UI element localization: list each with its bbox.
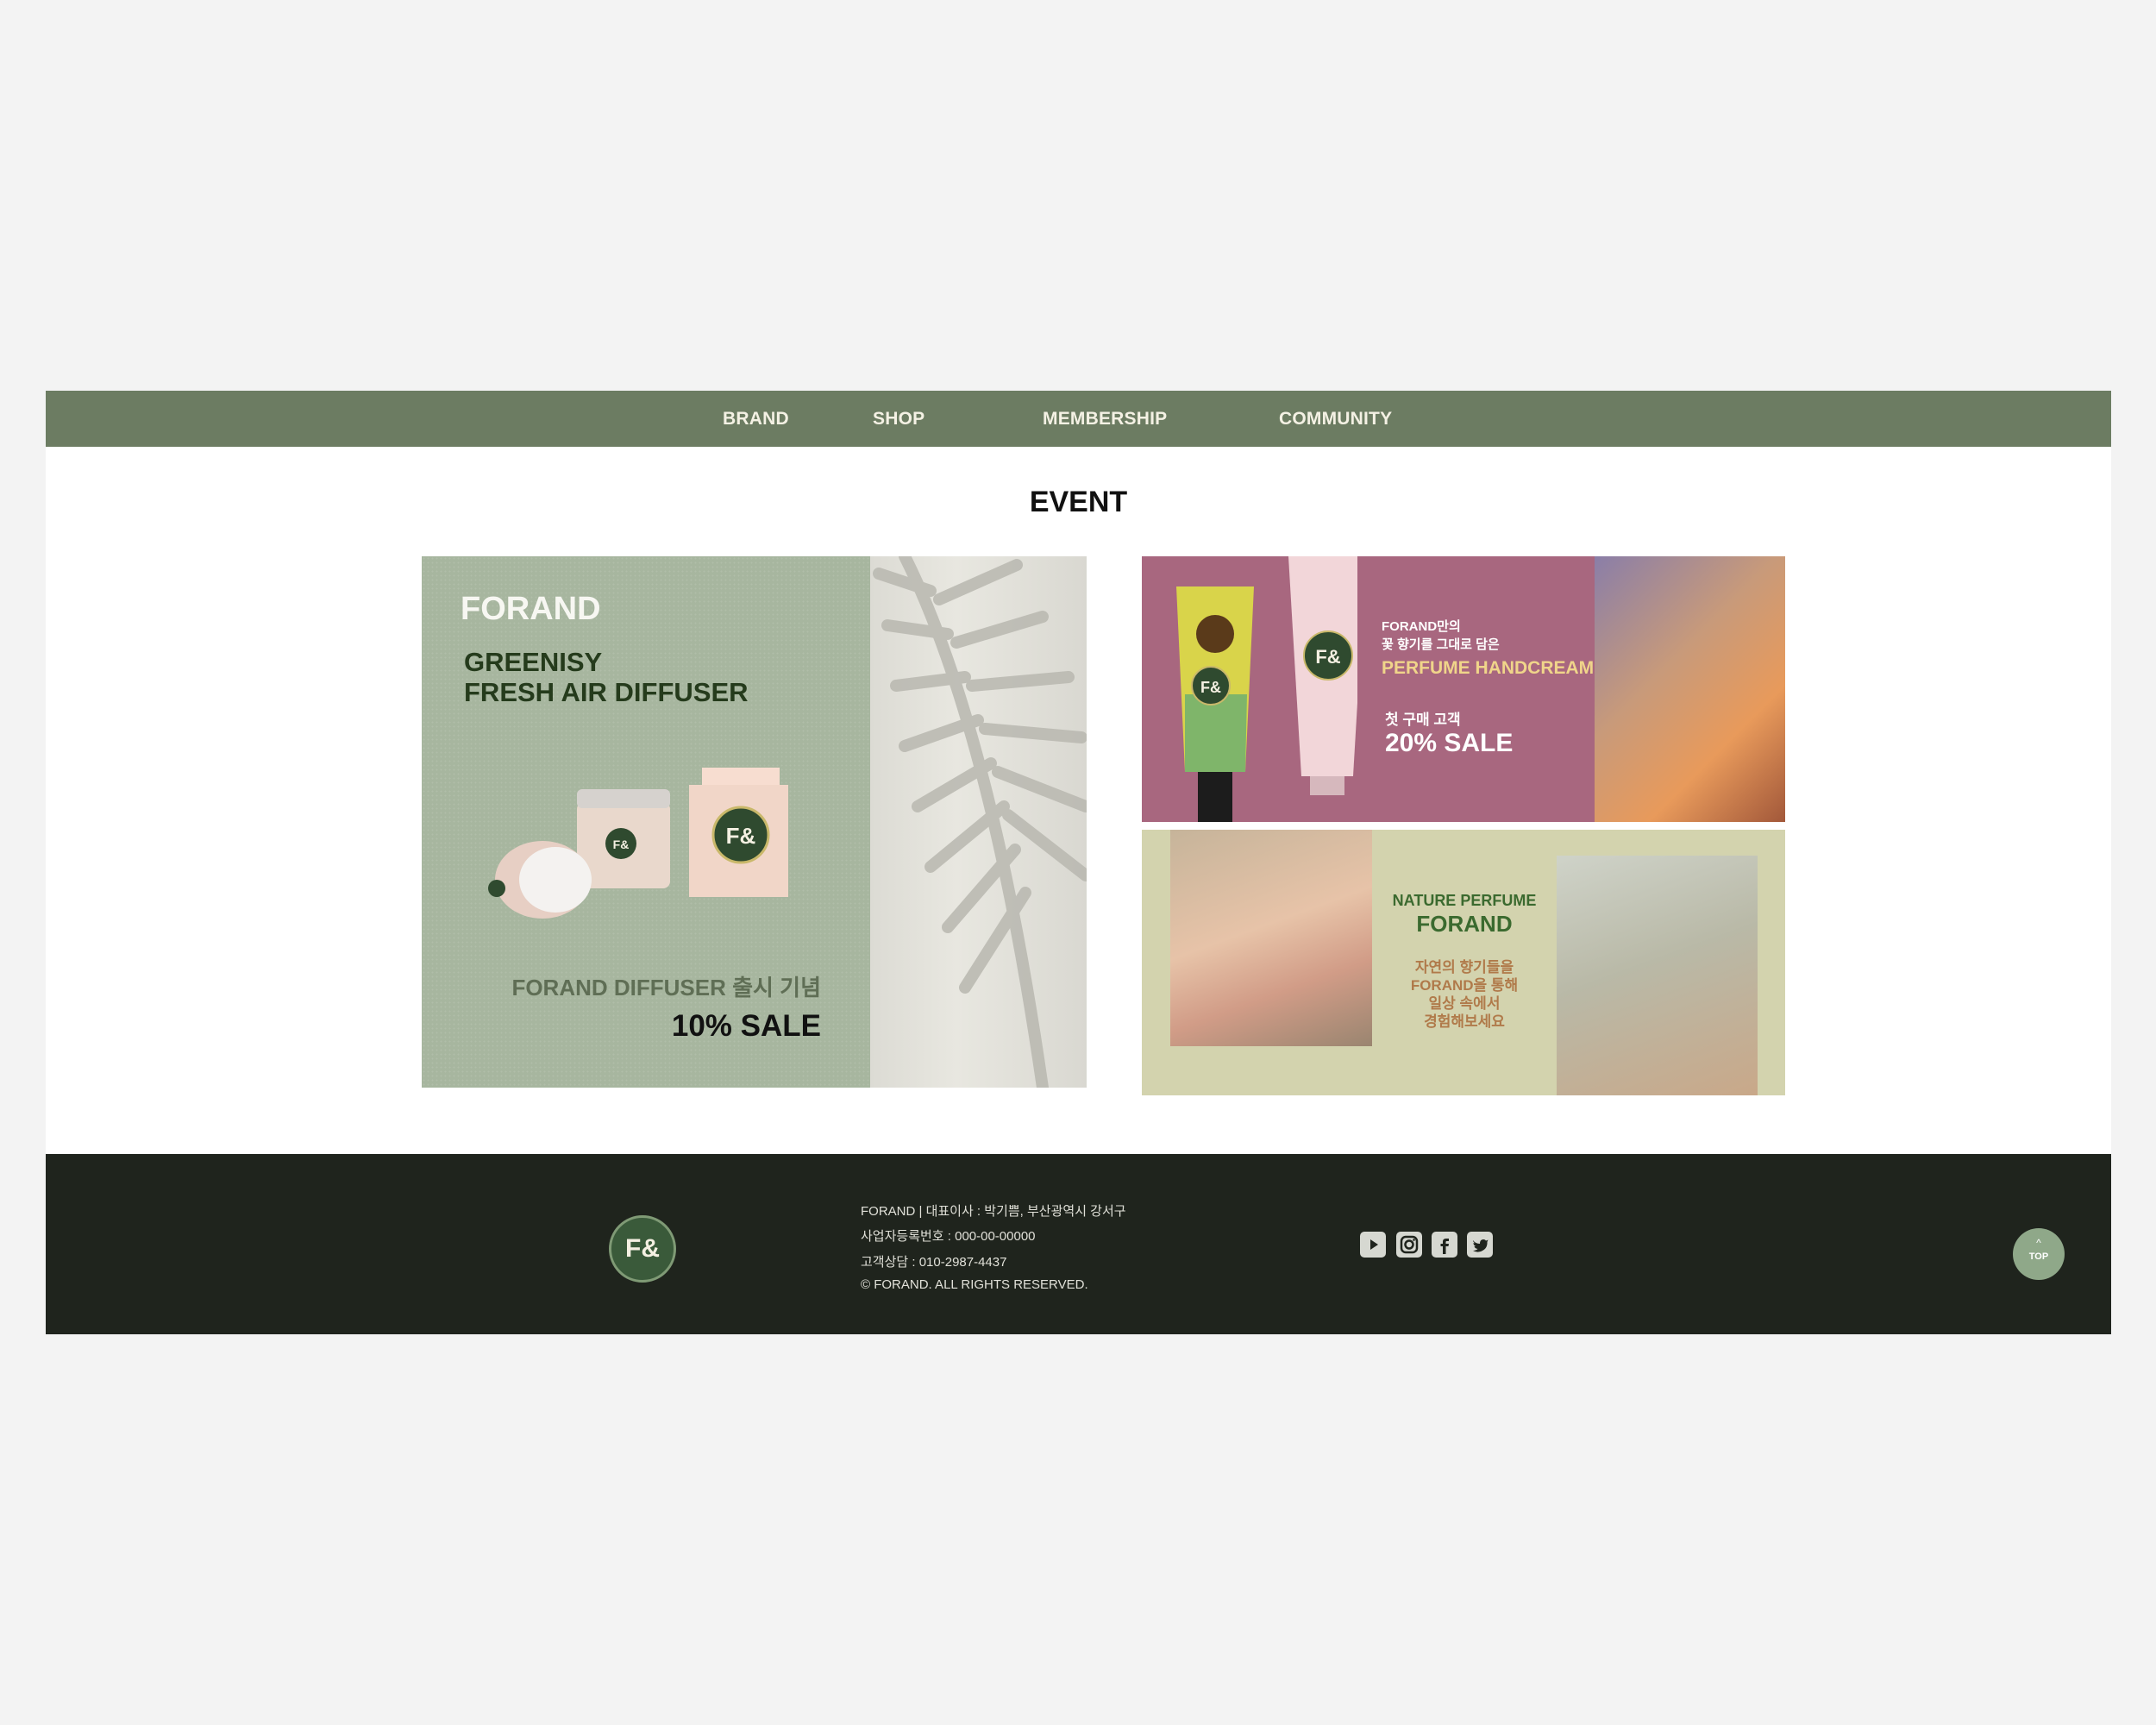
woman-face-photo bbox=[1170, 830, 1372, 1046]
woman-flowers-photo bbox=[1595, 556, 1785, 822]
footer-customer-service: 고객상담 : 010-2987-4437 bbox=[861, 1255, 1007, 1270]
nav-item-brand[interactable]: BRAND bbox=[723, 391, 789, 447]
twitter-icon[interactable] bbox=[1467, 1232, 1493, 1258]
event-title: EVENT bbox=[1029, 486, 1128, 518]
handcream-event-banner[interactable]: F& F& FORAND만의 꽃 향기를 그대로 담은 PERFUME HAND… bbox=[1142, 556, 1785, 822]
banner2-line1: FORAND만의 bbox=[1382, 619, 1461, 634]
footer-copyright: © FORAND. ALL RIGHTS RESERVED. bbox=[861, 1277, 1088, 1292]
banner2-first-purchase: 첫 구매 고객 bbox=[1385, 712, 1461, 728]
banner-launch-text: FORAND DIFFUSER 출시 기념 bbox=[511, 975, 821, 1000]
banner3-desc-line4: 경험해보세요 bbox=[1424, 1013, 1505, 1030]
site-wrapper: BRAND SHOP MEMBERSHIP COMMUNITY EVENT FO… bbox=[46, 391, 2111, 1334]
banner2-line2: 꽃 향기를 그대로 담은 bbox=[1382, 637, 1500, 652]
banner3-desc-line1: 자연의 향기들을 bbox=[1414, 959, 1514, 975]
top-label: TOP bbox=[2028, 1251, 2049, 1262]
footer-business-number: 사업자등록번호 : 000-00-00000 bbox=[861, 1229, 1036, 1244]
instagram-icon[interactable] bbox=[1396, 1232, 1422, 1258]
banner3-desc-line3: 일상 속에서 bbox=[1428, 995, 1501, 1012]
banner-headline-1: GREENISY bbox=[464, 647, 603, 677]
palm-shadow-image bbox=[870, 556, 1087, 1088]
nav-item-membership[interactable]: MEMBERSHIP bbox=[1043, 391, 1167, 447]
banner-headline-2: FRESH AIR DIFFUSER bbox=[464, 677, 749, 707]
svg-text:F&: F& bbox=[1200, 679, 1221, 696]
banner-brand: FORAND bbox=[461, 591, 601, 627]
nav-item-shop[interactable]: SHOP bbox=[873, 391, 924, 447]
banner3-brand: FORAND bbox=[1416, 911, 1513, 937]
footer-logo[interactable]: F& bbox=[609, 1215, 676, 1283]
svg-text:F&: F& bbox=[613, 837, 630, 851]
footer-logo-text: F& bbox=[625, 1234, 660, 1263]
chevron-up-icon: ^ bbox=[2036, 1237, 2041, 1249]
banner2-sale-text: 20% SALE bbox=[1385, 729, 1514, 757]
svg-text:F&: F& bbox=[1315, 646, 1340, 668]
handcream-product-image: F& F& bbox=[1176, 556, 1357, 822]
diffuser-event-banner[interactable]: FORAND GREENISY FRESH AIR DIFFUSER F& F&… bbox=[422, 556, 1087, 1088]
palm-leaf-shadow-icon bbox=[873, 556, 1087, 1088]
banner2-product-name: PERFUME HANDCREAM bbox=[1382, 658, 1595, 678]
facebook-icon[interactable] bbox=[1432, 1232, 1457, 1258]
footer-company-info: FORAND | 대표이사 : 박기쁨, 부산광역시 강서구 bbox=[861, 1204, 1126, 1219]
diffuser-product-image: F& F& bbox=[488, 768, 788, 919]
banner3-desc-line2: FORAND을 통해 bbox=[1410, 977, 1519, 994]
banner3-subtitle: NATURE PERFUME bbox=[1392, 892, 1537, 909]
main-nav: BRAND SHOP MEMBERSHIP COMMUNITY bbox=[46, 391, 2111, 447]
footer: F& FORAND | 대표이사 : 박기쁨, 부산광역시 강서구 사업자등록번… bbox=[46, 1154, 2111, 1334]
scroll-top-button[interactable]: ^ TOP bbox=[2013, 1228, 2065, 1280]
youtube-icon[interactable] bbox=[1360, 1232, 1386, 1258]
event-section: EVENT FORAND GREENISY FRESH AIR DIFFUSER… bbox=[46, 447, 2111, 1154]
banner3-description: 자연의 향기들을 FORAND을 통해 일상 속에서 경험해보세요 bbox=[1374, 958, 1555, 1031]
nav-item-community[interactable]: COMMUNITY bbox=[1279, 391, 1392, 447]
hand-dried-flowers-photo bbox=[1557, 856, 1758, 1095]
svg-text:F&: F& bbox=[726, 823, 756, 849]
banner-sale-text: 10% SALE bbox=[671, 1009, 821, 1043]
nature-perfume-banner[interactable]: NATURE PERFUME FORAND 자연의 향기들을 FORAND을 통… bbox=[1142, 830, 1785, 1095]
